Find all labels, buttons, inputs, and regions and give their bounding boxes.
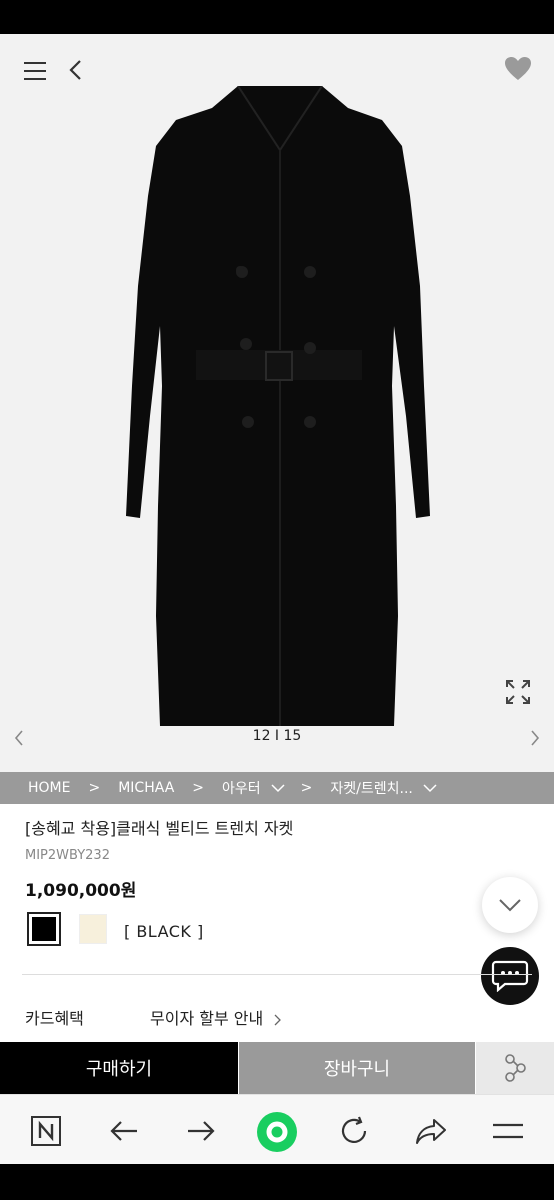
- screen: 12 I 15 HOME > MICHAA > 아우터 > 자켓/트렌치... …: [0, 34, 554, 1164]
- buy-button-label: 구매하기: [85, 1059, 153, 1080]
- card-benefit-label: 카드혜택: [25, 1009, 84, 1028]
- cart-button[interactable]: 장바구니: [239, 1042, 475, 1094]
- share-button[interactable]: [476, 1042, 554, 1094]
- next-image-chevron-icon[interactable]: [528, 728, 542, 748]
- product-code: MIP2WBY232: [25, 848, 110, 863]
- collapse-button[interactable]: [482, 877, 538, 933]
- system-navigation-bar: [0, 1164, 554, 1200]
- product-image: [126, 86, 430, 726]
- arrow-right-icon: [188, 1121, 215, 1141]
- breadcrumb-separator: >: [88, 780, 101, 796]
- reload-icon: [341, 1116, 367, 1143]
- chevron-down-icon[interactable]: [271, 783, 285, 793]
- browser-share-button[interactable]: [413, 1113, 449, 1149]
- breadcrumb-separator: >: [192, 780, 205, 796]
- menu-lines-icon: [493, 1123, 523, 1139]
- reload-button[interactable]: [336, 1113, 372, 1149]
- naver-home-button[interactable]: [28, 1113, 64, 1149]
- breadcrumb-brand[interactable]: MICHAA: [118, 780, 174, 796]
- share-arrow-icon: [416, 1119, 446, 1144]
- installment-info-link[interactable]: 무이자 할부 안내: [150, 1005, 282, 1029]
- breadcrumb-subcategory[interactable]: 자켓/트렌치...: [330, 778, 412, 798]
- divider: [22, 974, 532, 975]
- color-swatch-cream[interactable]: [79, 914, 107, 944]
- browser-back-button[interactable]: [106, 1113, 142, 1149]
- hamburger-menu-icon[interactable]: [24, 62, 46, 80]
- arrow-left-icon: [110, 1121, 137, 1141]
- status-bar: [0, 0, 554, 34]
- expand-icon[interactable]: [504, 678, 532, 706]
- product-price: 1,090,000원: [25, 881, 137, 901]
- chevron-down-icon: [499, 899, 521, 912]
- product-image-gallery[interactable]: 12 I 15: [0, 34, 554, 772]
- chat-bubble-icon: [491, 960, 529, 992]
- naver-n-icon: [31, 1116, 61, 1146]
- breadcrumb-home[interactable]: HOME: [28, 780, 70, 796]
- image-counter: 12 I 15: [252, 728, 302, 744]
- back-chevron-icon[interactable]: [66, 58, 86, 82]
- chevron-right-icon: [274, 1014, 282, 1025]
- breadcrumb-separator: >: [300, 780, 313, 796]
- product-title: [송혜교 착용]클래식 벨티드 트렌치 자켓: [25, 819, 294, 838]
- buy-button[interactable]: 구매하기: [0, 1042, 238, 1094]
- browser-forward-button[interactable]: [183, 1113, 219, 1149]
- breadcrumb-category[interactable]: 아우터: [222, 778, 261, 798]
- selected-color-label: [ BLACK ]: [124, 922, 204, 941]
- browser-menu-button[interactable]: [490, 1113, 526, 1149]
- green-dot-button[interactable]: [256, 1111, 298, 1153]
- heart-icon[interactable]: [504, 56, 532, 82]
- cart-button-label: 장바구니: [323, 1059, 391, 1080]
- color-swatch-black[interactable]: [27, 912, 61, 946]
- chevron-down-icon[interactable]: [423, 783, 437, 793]
- chat-button[interactable]: [481, 947, 539, 1005]
- share-nodes-icon: [505, 1054, 526, 1082]
- browser-toolbar: [0, 1094, 554, 1164]
- installment-info-label: 무이자 할부 안내: [150, 1009, 264, 1028]
- green-dot-icon: [257, 1112, 297, 1152]
- breadcrumb: HOME > MICHAA > 아우터 > 자켓/트렌치...: [0, 772, 554, 804]
